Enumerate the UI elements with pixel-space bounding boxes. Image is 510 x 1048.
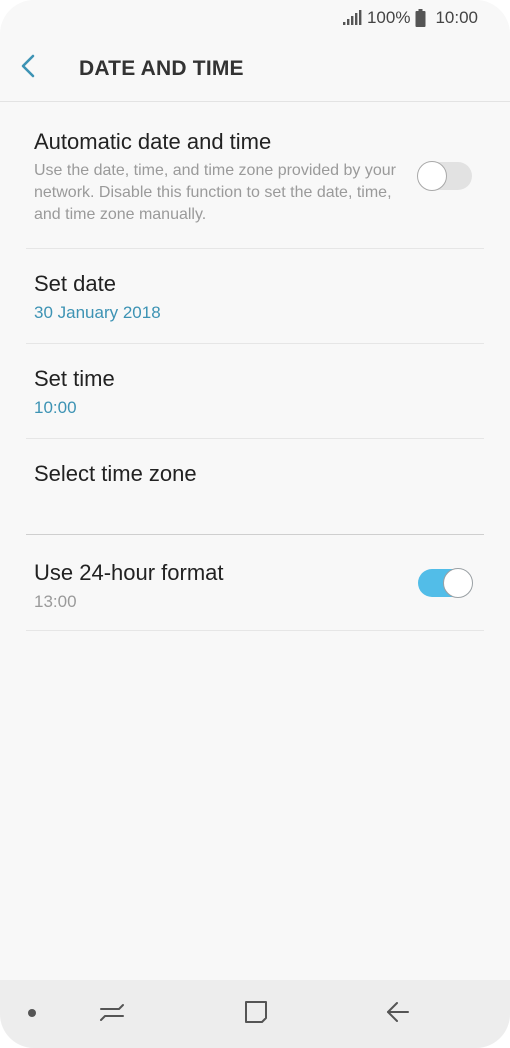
- home-button[interactable]: [235, 980, 277, 1048]
- set-date-title: Set date: [34, 271, 116, 296]
- page-title: DATE AND TIME: [79, 56, 244, 80]
- automatic-date-time-description: Use the date, time, and time zone provid…: [34, 162, 396, 223]
- automatic-date-time-title: Automatic date and time: [34, 129, 272, 154]
- system-back-button[interactable]: [378, 980, 418, 1048]
- battery-icon: [415, 9, 426, 27]
- app-header: DATE AND TIME: [0, 36, 510, 102]
- select-time-zone-row[interactable]: Select time zone: [26, 439, 484, 535]
- 24-hour-format-toggle[interactable]: [418, 568, 473, 598]
- automatic-date-time-row[interactable]: Automatic date and time Use the date, ti…: [26, 102, 484, 249]
- recent-apps-button[interactable]: [92, 980, 132, 1048]
- navigation-bar: [0, 980, 510, 1048]
- 24-hour-format-row[interactable]: Use 24-hour format 13:00: [26, 535, 484, 631]
- set-date-row[interactable]: Set date 30 January 2018: [26, 249, 484, 344]
- status-time: 10:00: [435, 8, 478, 27]
- settings-list: Automatic date and time Use the date, ti…: [26, 102, 484, 631]
- chevron-left-icon: [20, 54, 36, 83]
- set-time-row[interactable]: Set time 10:00: [26, 344, 484, 439]
- back-arrow-icon: [385, 1000, 411, 1029]
- dot-icon: [27, 1005, 37, 1023]
- signal-icon: [342, 10, 362, 26]
- automatic-date-time-toggle[interactable]: [417, 161, 472, 191]
- back-button[interactable]: [20, 44, 74, 94]
- status-bar: 100% 10:00: [0, 0, 510, 36]
- 24-hour-format-title: Use 24-hour format: [34, 560, 224, 585]
- phone-screen: 100% 10:00 DATE AND TIME Automatic date …: [0, 0, 510, 1048]
- home-icon: [243, 999, 269, 1030]
- 24-hour-format-example: 13:00: [34, 592, 77, 611]
- recent-apps-icon: [99, 1000, 125, 1029]
- set-date-value: 30 January 2018: [34, 303, 161, 322]
- nav-dot-button[interactable]: [14, 980, 50, 1048]
- toggle-knob: [417, 161, 447, 191]
- select-time-zone-title: Select time zone: [34, 461, 197, 486]
- toggle-knob: [443, 568, 473, 598]
- set-time-value: 10:00: [34, 398, 77, 417]
- set-time-title: Set time: [34, 366, 115, 391]
- battery-percentage: 100%: [366, 8, 411, 27]
